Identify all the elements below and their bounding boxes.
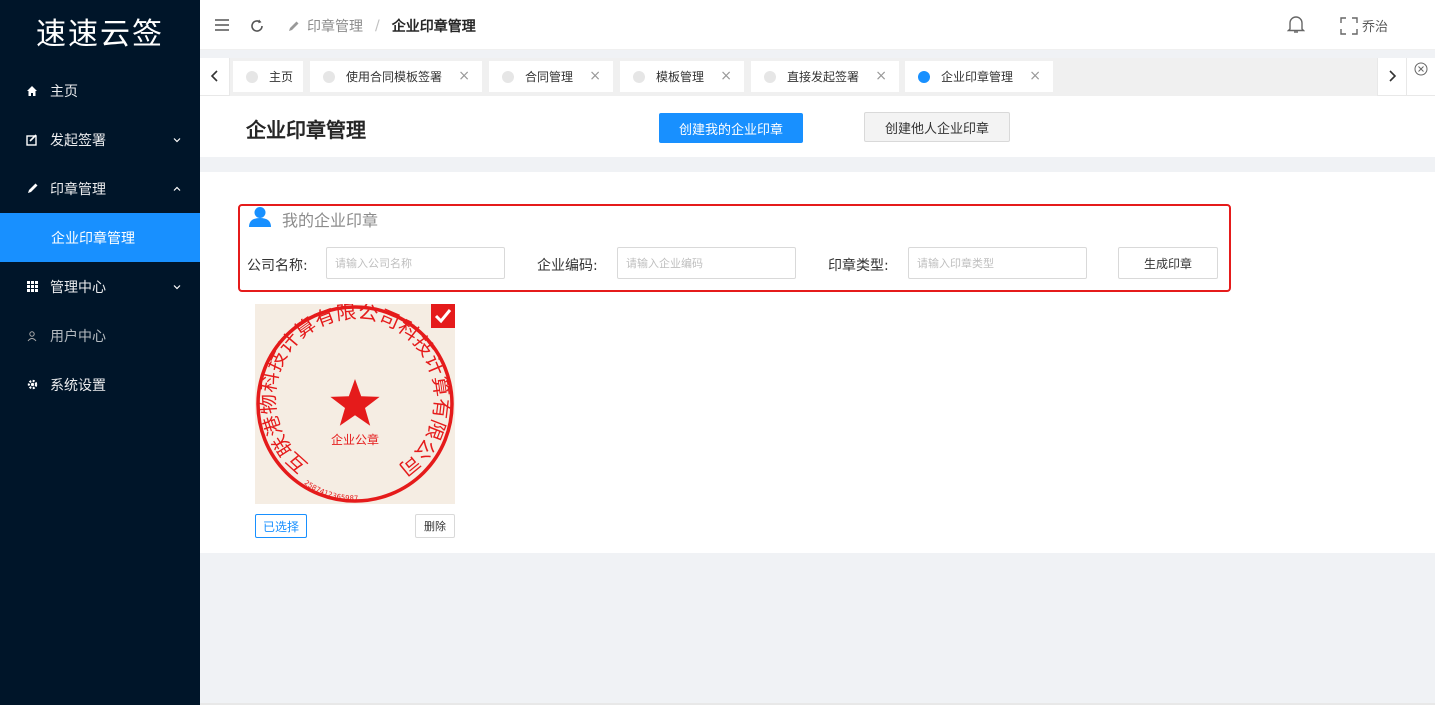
company-name-input[interactable]: [326, 247, 505, 279]
seal-center-text: 企业公章: [331, 432, 379, 447]
seal-image: 互联港物科技计算有限公司科技计算有限公司 2587412365987 企业公章: [256, 301, 454, 503]
form-title-text: 我的企业印章: [282, 211, 379, 230]
app-logo: 速速云签: [36, 17, 164, 52]
tab-use-template-sign[interactable]: 使用合同模板签署 ×: [310, 61, 482, 92]
seal-content-card: 我的企业印章 公司名称: 企业编码: 印章类型: 生成印章 互联港物科技计算有限…: [200, 172, 1435, 553]
seal-selected-button[interactable]: 已选择: [255, 514, 307, 538]
create-my-seal-button[interactable]: 创建我的企业印章: [659, 113, 803, 143]
chevron-down-icon: [172, 133, 182, 149]
sidebar-item-seal-management[interactable]: 印章管理: [0, 164, 200, 213]
sidebar-item-user-center[interactable]: 用户中心: [0, 311, 200, 360]
breadcrumb-parent[interactable]: 印章管理: [307, 16, 363, 36]
create-other-seal-button[interactable]: 创建他人企业印章: [864, 112, 1010, 142]
page-header: 企业印章管理 创建我的企业印章 创建他人企业印章: [200, 96, 1435, 157]
seal-type-input[interactable]: [908, 247, 1087, 279]
user-icon: [248, 206, 272, 232]
tab-scroll-left[interactable]: [200, 58, 230, 96]
generate-seal-button[interactable]: 生成印章: [1118, 247, 1218, 279]
sidebar-item-label: 系统设置: [50, 377, 106, 394]
tab-label: 合同管理: [525, 70, 574, 84]
close-circle-icon: [1414, 61, 1428, 80]
page-title: 企业印章管理: [246, 118, 366, 142]
sidebar-item-label: 印章管理: [50, 181, 106, 198]
tab-dot: [323, 70, 335, 83]
sidebar-item-label: 管理中心: [50, 279, 106, 296]
breadcrumb-separator: /: [375, 18, 380, 34]
gear-icon: [24, 377, 40, 393]
enterprise-code-input[interactable]: [617, 247, 796, 279]
sidebar: 速速云签 主页 发起签署 印章管理 企业印章管理 管理中心 用户中心 系统设置: [0, 0, 200, 705]
breadcrumb: 印章管理 / 企业印章管理: [287, 16, 476, 36]
tabs-bar: 主页 使用合同模板签署 × 合同管理 × 模板管理 × 直接发起签署 × 企业印…: [200, 58, 1435, 96]
tab-label: 主页: [269, 70, 294, 84]
tab-dot: [246, 70, 258, 83]
sidebar-item-initiate-sign[interactable]: 发起签署: [0, 115, 200, 164]
chevron-right-icon: [1387, 68, 1397, 87]
form-title: 我的企业印章: [248, 206, 378, 232]
chevron-left-icon: [210, 68, 220, 87]
tab-label: 企业印章管理: [941, 70, 1014, 84]
tab-template-management[interactable]: 模板管理 ×: [620, 61, 744, 92]
user-name[interactable]: 乔治: [1362, 16, 1388, 35]
seal-form-panel: 我的企业印章 公司名称: 企业编码: 印章类型: 生成印章: [238, 204, 1231, 292]
sidebar-item-system-settings[interactable]: 系统设置: [0, 360, 200, 409]
sidebar-item-label: 发起签署: [50, 132, 106, 149]
pen-icon: [287, 20, 300, 33]
sidebar-item-enterprise-seal[interactable]: 企业印章管理: [0, 213, 200, 262]
tabs-container: 主页 使用合同模板签署 × 合同管理 × 模板管理 × 直接发起签署 × 企业印…: [230, 58, 1377, 96]
tab-dot: [918, 70, 930, 83]
close-icon[interactable]: ×: [1029, 68, 1041, 84]
breadcrumb-current: 企业印章管理: [391, 19, 476, 35]
bell-icon[interactable]: [1286, 14, 1306, 34]
tab-home[interactable]: 主页: [233, 61, 303, 92]
seal-delete-button[interactable]: 删除: [415, 514, 455, 538]
close-icon[interactable]: ×: [458, 68, 470, 84]
sidebar-item-label: 主页: [50, 83, 78, 100]
close-all-tabs[interactable]: [1407, 58, 1435, 96]
tab-label: 使用合同模板签署: [346, 70, 443, 84]
user-icon: [24, 328, 40, 344]
chevron-up-icon: [172, 182, 182, 198]
seal-type-label: 印章类型:: [828, 258, 889, 274]
tab-direct-sign[interactable]: 直接发起签署 ×: [751, 61, 899, 92]
tab-scroll-right[interactable]: [1377, 58, 1407, 96]
tab-enterprise-seal[interactable]: 企业印章管理 ×: [905, 61, 1053, 92]
enterprise-code-label: 企业编码:: [537, 258, 598, 274]
tab-label: 直接发起签署: [787, 70, 860, 84]
seal-code-text: 2587412365987: [303, 479, 359, 503]
selected-check-icon: [431, 304, 455, 328]
chevron-down-icon: [172, 280, 182, 296]
menu-toggle-icon[interactable]: [212, 15, 232, 35]
sidebar-item-management-center[interactable]: 管理中心: [0, 262, 200, 311]
tab-dot: [502, 70, 514, 83]
seal-card[interactable]: 互联港物科技计算有限公司科技计算有限公司 2587412365987 企业公章: [255, 301, 455, 504]
tab-contract-management[interactable]: 合同管理 ×: [489, 61, 613, 92]
tab-label: 模板管理: [656, 70, 705, 84]
close-icon[interactable]: ×: [875, 68, 887, 84]
grid-icon: [24, 279, 40, 295]
sidebar-item-home[interactable]: 主页: [0, 66, 200, 115]
refresh-icon[interactable]: [247, 16, 267, 36]
close-icon[interactable]: ×: [720, 68, 732, 84]
company-name-label: 公司名称:: [247, 258, 308, 274]
fullscreen-icon[interactable]: [1339, 16, 1359, 36]
sign-icon: [24, 132, 40, 148]
home-icon: [24, 83, 40, 99]
top-header: 印章管理 / 企业印章管理 乔治: [200, 0, 1435, 50]
sidebar-item-label: 用户中心: [50, 328, 106, 345]
tab-dot: [633, 70, 645, 83]
sidebar-item-label: 企业印章管理: [51, 230, 135, 247]
tab-dot: [764, 70, 776, 83]
pen-icon: [24, 181, 40, 197]
close-icon[interactable]: ×: [589, 68, 601, 84]
